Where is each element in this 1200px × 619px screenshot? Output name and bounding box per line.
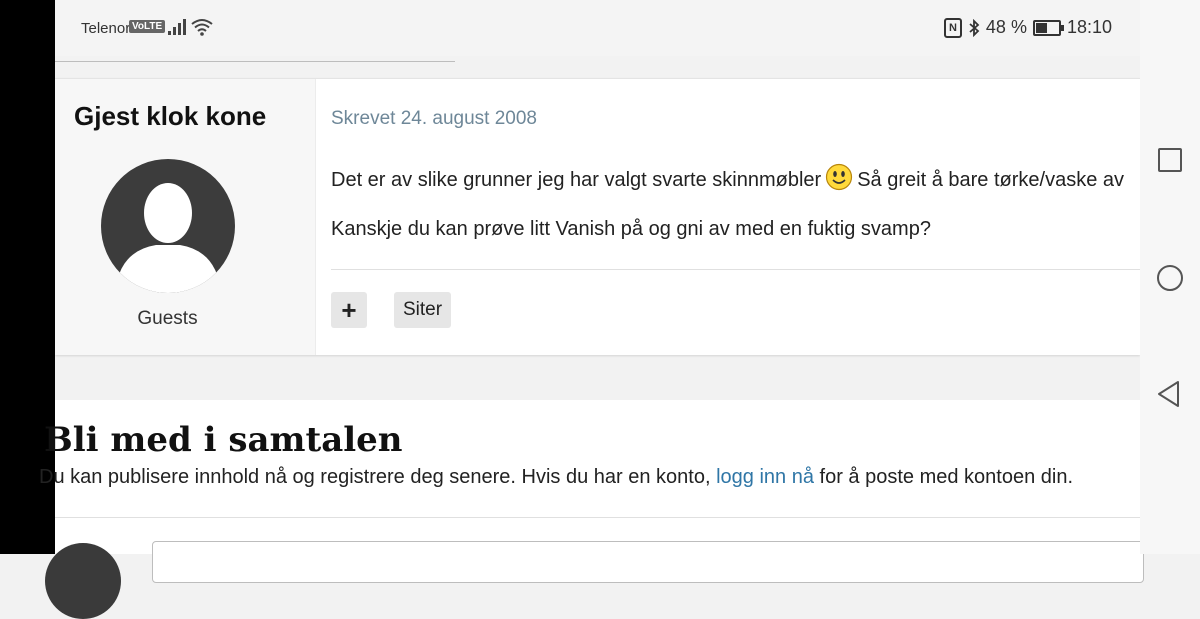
post-text-before-smiley: Det er av slike grunner jeg har valgt sv… (331, 169, 822, 191)
join-text-before: Du kan publisere innhold nå og registrer… (39, 466, 711, 488)
status-bar: Telenor VoLTE N 48 % 18:10 (55, 0, 1140, 56)
reply-editor[interactable] (152, 541, 1144, 583)
clock: 18:10 (1066, 17, 1112, 37)
wifi-icon (191, 19, 213, 36)
login-link[interactable]: logg inn nå (716, 466, 814, 488)
join-text: Du kan publisere innhold nå og registrer… (39, 466, 1073, 489)
circle-icon[interactable] (1157, 265, 1183, 291)
status-right-group: N 48 % 18:10 (943, 17, 1112, 38)
quote-button[interactable]: Siter (394, 292, 451, 328)
join-title: Bli med i samtalen (44, 420, 403, 460)
square-icon[interactable] (1158, 148, 1182, 172)
avatar[interactable] (101, 159, 235, 293)
divider-line (55, 61, 455, 62)
join-conversation-section: Bli med i samtalen Du kan publisere innh… (39, 400, 1144, 619)
smiley-icon (826, 163, 853, 191)
triangle-back-icon[interactable] (1156, 380, 1182, 408)
battery-icon (1032, 19, 1064, 36)
post-date: Skrevet 24. august 2008 (331, 108, 537, 129)
author-name[interactable]: Gjest klok kone (74, 101, 266, 132)
reputation-plus-button[interactable]: + (331, 292, 367, 328)
android-nav-bar (1140, 0, 1200, 554)
reply-avatar (45, 543, 121, 619)
forum-post: Gjest klok kone Guests Skrevet 24. augus… (55, 78, 1140, 355)
person-silhouette-icon (115, 183, 221, 293)
signal-icon (168, 19, 186, 35)
post-paragraph: Det er av slike grunner jeg har valgt sv… (331, 163, 1139, 192)
post-paragraph-2: Kanskje du kan prøve litt Vanish på og g… (331, 218, 931, 240)
author-role: Guests (137, 308, 198, 329)
post-text-after-smiley: Så greit å bare tørke/vaske av (857, 169, 1125, 191)
bluetooth-icon (969, 18, 980, 37)
battery-level-fill (1035, 22, 1047, 33)
author-panel: Gjest klok kone Guests (55, 79, 316, 355)
join-divider (55, 517, 1140, 518)
join-text-after: for å poste med kontoen din. (819, 466, 1074, 488)
post-divider (331, 269, 1140, 270)
carrier-name: Telenor (81, 20, 131, 37)
nfc-icon: N (943, 17, 962, 38)
volte-badge: VoLTE (129, 20, 166, 33)
battery-percent: 48 % (985, 17, 1027, 37)
